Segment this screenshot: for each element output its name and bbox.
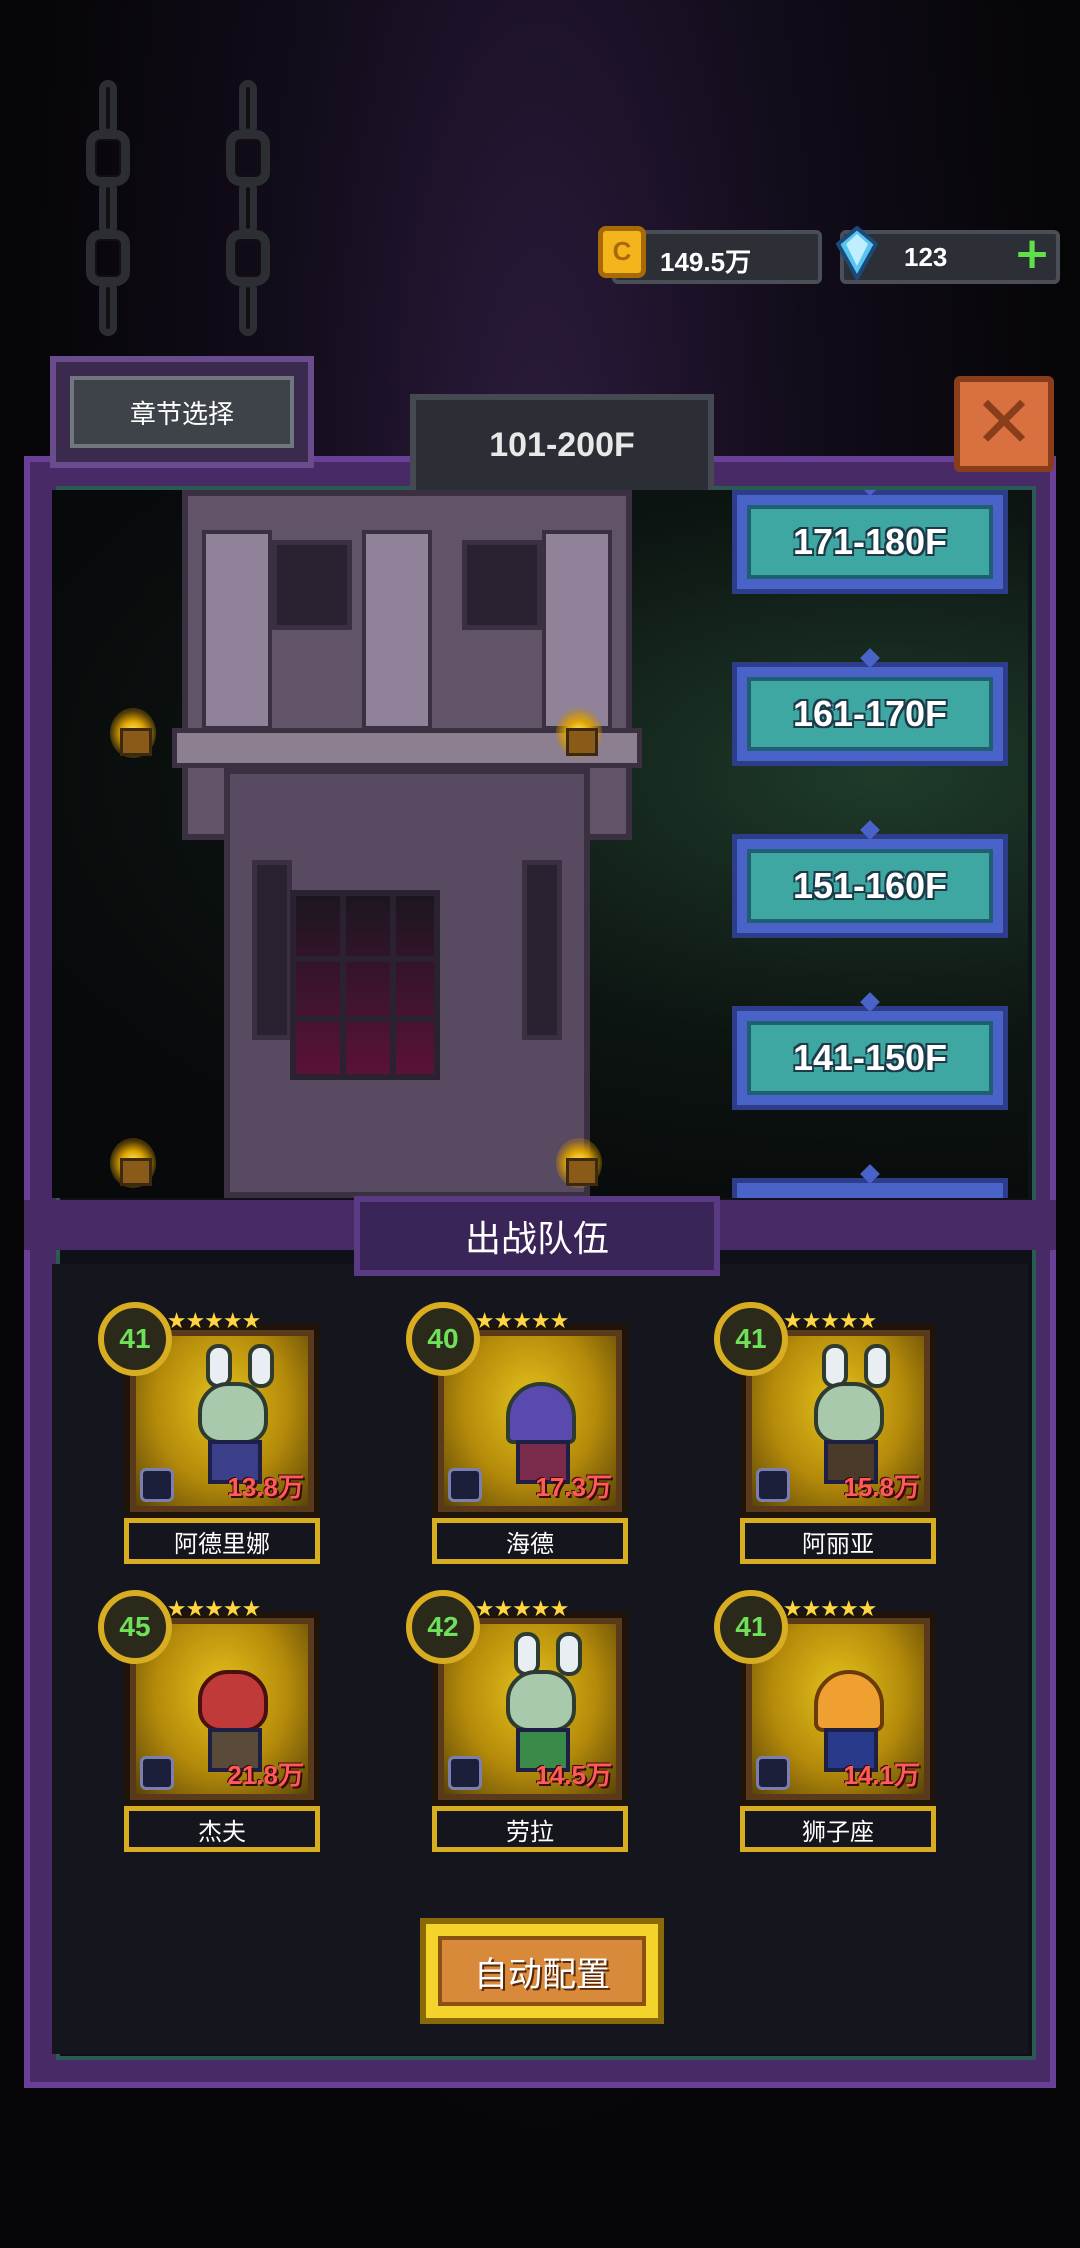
floor-button-label: 171-180F — [747, 505, 993, 579]
auto-config-label: 自动配置 — [438, 1936, 646, 2006]
floor-button-151-160[interactable]: 151-160F — [732, 834, 1008, 938]
hero-power: 15.8万 — [843, 1472, 920, 1502]
element-icon — [140, 1756, 174, 1790]
hero-power: 21.8万 — [227, 1760, 304, 1790]
star-icon: ★★★★★★ — [456, 1597, 569, 1622]
floor-button-label: 161-170F — [747, 677, 993, 751]
hero-power: 17.3万 — [535, 1472, 612, 1502]
hero-card[interactable]: 21.8万 ★★★★★★ 45 杰夫 — [98, 1590, 320, 1852]
chain-left-icon — [80, 80, 136, 356]
hero-card[interactable]: 14.1万 ★★★★★★ 41 狮子座 — [714, 1590, 936, 1852]
star-icon: ★★★★★★ — [764, 1597, 877, 1622]
hero-level: 41 — [98, 1302, 172, 1376]
tower-illustration — [172, 490, 642, 1198]
torch-icon — [556, 708, 602, 758]
hero-card[interactable]: 14.5万 ★★★★★★ 42 劳拉 — [406, 1590, 628, 1852]
element-icon — [756, 1468, 790, 1502]
element-icon — [448, 1468, 482, 1502]
torch-icon — [110, 708, 156, 758]
torch-icon — [110, 1138, 156, 1188]
hero-card[interactable]: 17.3万 ★★★★★★ 40 海德 — [406, 1302, 628, 1564]
floor-button-161-170[interactable]: 161-170F — [732, 662, 1008, 766]
element-icon — [448, 1756, 482, 1790]
hero-power: 14.5万 — [535, 1760, 612, 1790]
chain-right-icon — [220, 80, 276, 356]
gem-icon — [836, 226, 878, 280]
star-icon: ★★★★★★ — [456, 1309, 569, 1334]
floor-button-141-150[interactable]: 141-150F — [732, 1006, 1008, 1110]
hero-card[interactable]: 15.8万 ★★★★★★ 41 阿丽亚 — [714, 1302, 936, 1564]
floor-button-171-180[interactable]: 171-180F — [732, 490, 1008, 594]
star-icon: ★★★★★★ — [148, 1309, 261, 1334]
plus-icon[interactable]: + — [1012, 232, 1052, 276]
hero-name: 阿德里娜 — [124, 1518, 320, 1564]
hero-level: 42 — [406, 1590, 480, 1664]
team-title: 出战队伍 — [354, 1196, 720, 1276]
floor-button-label: 151-160F — [747, 849, 993, 923]
hero-name: 阿丽亚 — [740, 1518, 936, 1564]
element-icon — [140, 1468, 174, 1502]
star-icon: ★★★★★★ — [148, 1597, 261, 1622]
auto-config-button[interactable]: 自动配置 — [420, 1918, 664, 2024]
floor-range-tab: 101-200F — [410, 394, 714, 490]
floor-button-label: 141-150F — [747, 1021, 993, 1095]
chapter-select-button[interactable]: 章节选择 — [50, 356, 314, 468]
close-button[interactable]: ✕ — [954, 376, 1054, 472]
hero-card[interactable]: 13.8万 ★★★★★★ 41 阿德里娜 — [98, 1302, 320, 1564]
hero-level: 40 — [406, 1302, 480, 1376]
element-icon — [756, 1756, 790, 1790]
hero-level: 45 — [98, 1590, 172, 1664]
chapter-select-label: 章节选择 — [70, 376, 294, 448]
star-icon: ★★★★★★ — [764, 1309, 877, 1334]
hero-name: 劳拉 — [432, 1806, 628, 1852]
gem-amount: 123 — [904, 242, 948, 272]
hero-name: 杰夫 — [124, 1806, 320, 1852]
coin-amount: 149.5万 — [660, 247, 752, 277]
tower-view: 171-180F 161-170F 151-160F 141-150F — [52, 490, 1028, 1198]
hero-level: 41 — [714, 1302, 788, 1376]
hero-power: 14.1万 — [843, 1760, 920, 1790]
close-icon: ✕ — [973, 380, 1035, 464]
hero-name: 海德 — [432, 1518, 628, 1564]
hero-name: 狮子座 — [740, 1806, 936, 1852]
hero-level: 41 — [714, 1590, 788, 1664]
torch-icon — [556, 1138, 602, 1188]
coin-icon: C — [598, 226, 646, 278]
hero-power: 13.8万 — [227, 1472, 304, 1502]
floor-button-partial[interactable] — [732, 1178, 1008, 1198]
